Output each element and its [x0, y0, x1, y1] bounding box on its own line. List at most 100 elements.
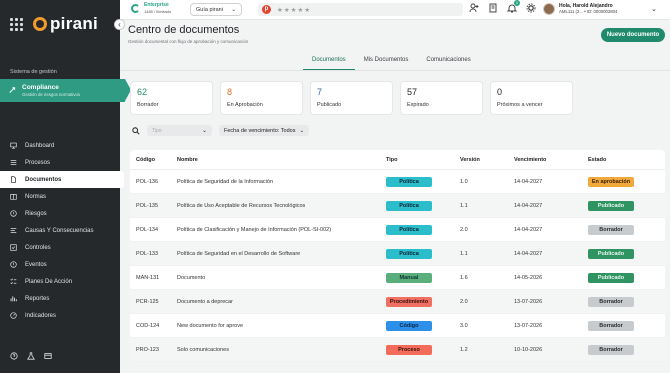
col-header-due[interactable]: Vencimiento — [514, 157, 588, 163]
new-document-button[interactable]: Nuevo documento — [601, 28, 665, 42]
section-label: Sistema de gestión — [10, 69, 57, 75]
sidebar-item-controles[interactable]: Controles — [0, 239, 120, 256]
search-icon[interactable] — [132, 126, 140, 135]
module-compliance[interactable]: Compliance Gestión de riesgos normativos — [0, 79, 131, 102]
table-row[interactable]: POL-136 Política de Seguridad de la Info… — [130, 170, 665, 194]
user-menu[interactable]: Hola, Harold Alejandro AML111 (2... • ID… — [543, 3, 617, 15]
col-header-code[interactable]: Código — [130, 157, 170, 163]
page-title: Centro de documentos — [128, 24, 240, 36]
rating-bar: p ★★★★★ — [258, 3, 463, 16]
card-icon[interactable] — [44, 352, 52, 360]
sidebar-item-planes[interactable]: Planes De Acción — [0, 273, 120, 290]
sidebar-item-dashboard[interactable]: Dashboard — [0, 137, 120, 154]
tab-mis-documentos[interactable]: Mis Documentos — [355, 53, 418, 70]
cell-version: 1.1 — [460, 202, 468, 209]
top-bar: Enterprise 1485 / Ilimitado Guía pirani … — [120, 0, 670, 20]
cell-name: Documento — [177, 274, 206, 281]
documents-table: Código Nombre Tipo Versión Vencimiento E… — [130, 150, 665, 362]
table-row[interactable]: POL-133 Política de Seguridad en el Desa… — [130, 242, 665, 266]
type-filter[interactable]: Tipo ⌄ — [147, 125, 212, 136]
guide-label: Guía pirani — [196, 6, 223, 13]
cell-code: POL-133 — [136, 250, 159, 257]
tab-documentos[interactable]: Documentos — [303, 53, 355, 70]
plan-icon — [131, 4, 140, 13]
plan-users: 1485 / Ilimitado — [144, 8, 172, 14]
table-row[interactable]: PCR-125 Documento a deprecar Procedimien… — [130, 290, 665, 314]
stat-value: 0 — [497, 87, 503, 97]
stat-value: 62 — [137, 87, 148, 97]
stat-value: 7 — [317, 87, 323, 97]
chevron-down-icon: ⌄ — [231, 6, 236, 13]
type-badge: Política — [386, 200, 432, 211]
branch-icon — [10, 227, 17, 234]
cell-due: 10-10-2026 — [514, 346, 543, 353]
type-badge: Política — [386, 248, 432, 259]
sidebar-item-eventos[interactable]: Eventos — [0, 256, 120, 273]
logo-text: pirani — [50, 14, 99, 33]
sidebar: pirani Sistema de gestión Compliance Ges… — [0, 0, 131, 373]
col-header-name[interactable]: Nombre — [170, 157, 386, 163]
notification-count: 1 — [514, 0, 520, 6]
col-header-type[interactable]: Tipo — [386, 157, 460, 163]
pirani-badge-icon: p — [262, 5, 271, 14]
col-header-version[interactable]: Versión — [460, 157, 514, 163]
controls-icon — [10, 244, 17, 251]
add-user-icon[interactable] — [469, 3, 479, 13]
sidebar-item-label: Riesgos — [25, 210, 47, 217]
table-row[interactable]: POL-134 Política de Clasificación y Mane… — [130, 218, 665, 242]
alert-circle-icon — [10, 261, 17, 268]
chevron-down-icon[interactable]: ⌄ — [651, 5, 657, 13]
cell-due: 13-07-2026 — [514, 298, 543, 305]
bell-icon[interactable]: 1 — [507, 0, 520, 13]
sidebar-item-normas[interactable]: Normas — [0, 188, 120, 205]
cell-code: PRO-123 — [136, 346, 159, 353]
stat-card-borrador[interactable]: 62 Borrador — [130, 81, 213, 115]
guide-dropdown[interactable]: Guía pirani ⌄ — [190, 3, 242, 16]
collapse-sidebar-button[interactable]: ‹ — [114, 19, 125, 30]
tabs-divider — [120, 70, 670, 71]
sidebar-item-label: Indicadores — [25, 312, 57, 319]
col-header-status[interactable]: Estado — [588, 157, 658, 163]
status-badge: En aprobación — [588, 176, 634, 187]
cell-name: Política de Uso Aceptable de Recursos Te… — [177, 202, 306, 209]
filters: Tipo ⌄ Fecha de vencimiento: Todos ⌄ — [132, 125, 310, 136]
flask-icon[interactable] — [27, 352, 35, 360]
status-badge: Borrador — [588, 320, 634, 331]
stat-card-publicado[interactable]: 7 Publicado — [310, 81, 393, 115]
cell-version: 1.0 — [460, 178, 468, 185]
stat-card-expirado[interactable]: 57 Expirado — [400, 81, 483, 115]
table-row[interactable]: COD-124 New documento for aprove Código … — [130, 314, 665, 338]
cell-code: MAN-131 — [136, 274, 160, 281]
cell-due: 14-04-2027 — [514, 202, 543, 209]
status-badge: Publicado — [588, 200, 634, 211]
sidebar-item-indicadores[interactable]: Indicadores — [0, 307, 120, 324]
table-row[interactable]: MAN-131 Documento Manual 1.6 14-05-2026 … — [130, 266, 665, 290]
module-subtitle: Gestión de riesgos normativos — [22, 92, 81, 97]
apps-grid-icon[interactable] — [10, 17, 23, 31]
table-row[interactable]: PRO-123 Solo comunicaciones Proceso 1.2 … — [130, 338, 665, 362]
sidebar-item-procesos[interactable]: Procesos — [0, 154, 120, 171]
chevron-down-icon: ⌄ — [201, 128, 207, 134]
sidebar-item-label: Normas — [25, 193, 47, 200]
main-content: Centro de documentos Gestión documental … — [120, 20, 670, 373]
sidebar-item-causas[interactable]: Causas Y Consecuencias — [0, 222, 120, 239]
stat-card-proximos[interactable]: 0 Próximos a vencer — [490, 81, 573, 115]
due-date-filter[interactable]: Fecha de vencimiento: Todos ⌄ — [219, 125, 310, 136]
rating-stars[interactable]: ★★★★★ — [277, 6, 311, 14]
plan-info: Enterprise 1485 / Ilimitado — [131, 2, 172, 14]
cell-version: 2.0 — [460, 226, 468, 233]
cell-due: 14-04-2027 — [514, 226, 543, 233]
help-icon[interactable] — [10, 352, 18, 360]
stat-label: Próximos a vencer — [497, 102, 543, 108]
table-row[interactable]: POL-135 Política de Uso Aceptable de Rec… — [130, 194, 665, 218]
book-icon[interactable] — [488, 3, 498, 13]
tab-comunicaciones[interactable]: Comunicaciones — [417, 53, 479, 70]
cell-name: New documento for aprove — [177, 322, 244, 329]
sidebar-item-documentos[interactable]: Documentos — [0, 171, 124, 188]
sidebar-item-reportes[interactable]: Reportes — [0, 290, 120, 307]
sidebar-item-riesgos[interactable]: Riesgos — [0, 205, 120, 222]
stat-card-aprobacion[interactable]: 8 En Aprobación — [220, 81, 303, 115]
gear-icon[interactable] — [526, 3, 536, 13]
cell-name: Política de Seguridad de la Información — [177, 178, 274, 185]
type-badge: Código — [386, 320, 432, 331]
